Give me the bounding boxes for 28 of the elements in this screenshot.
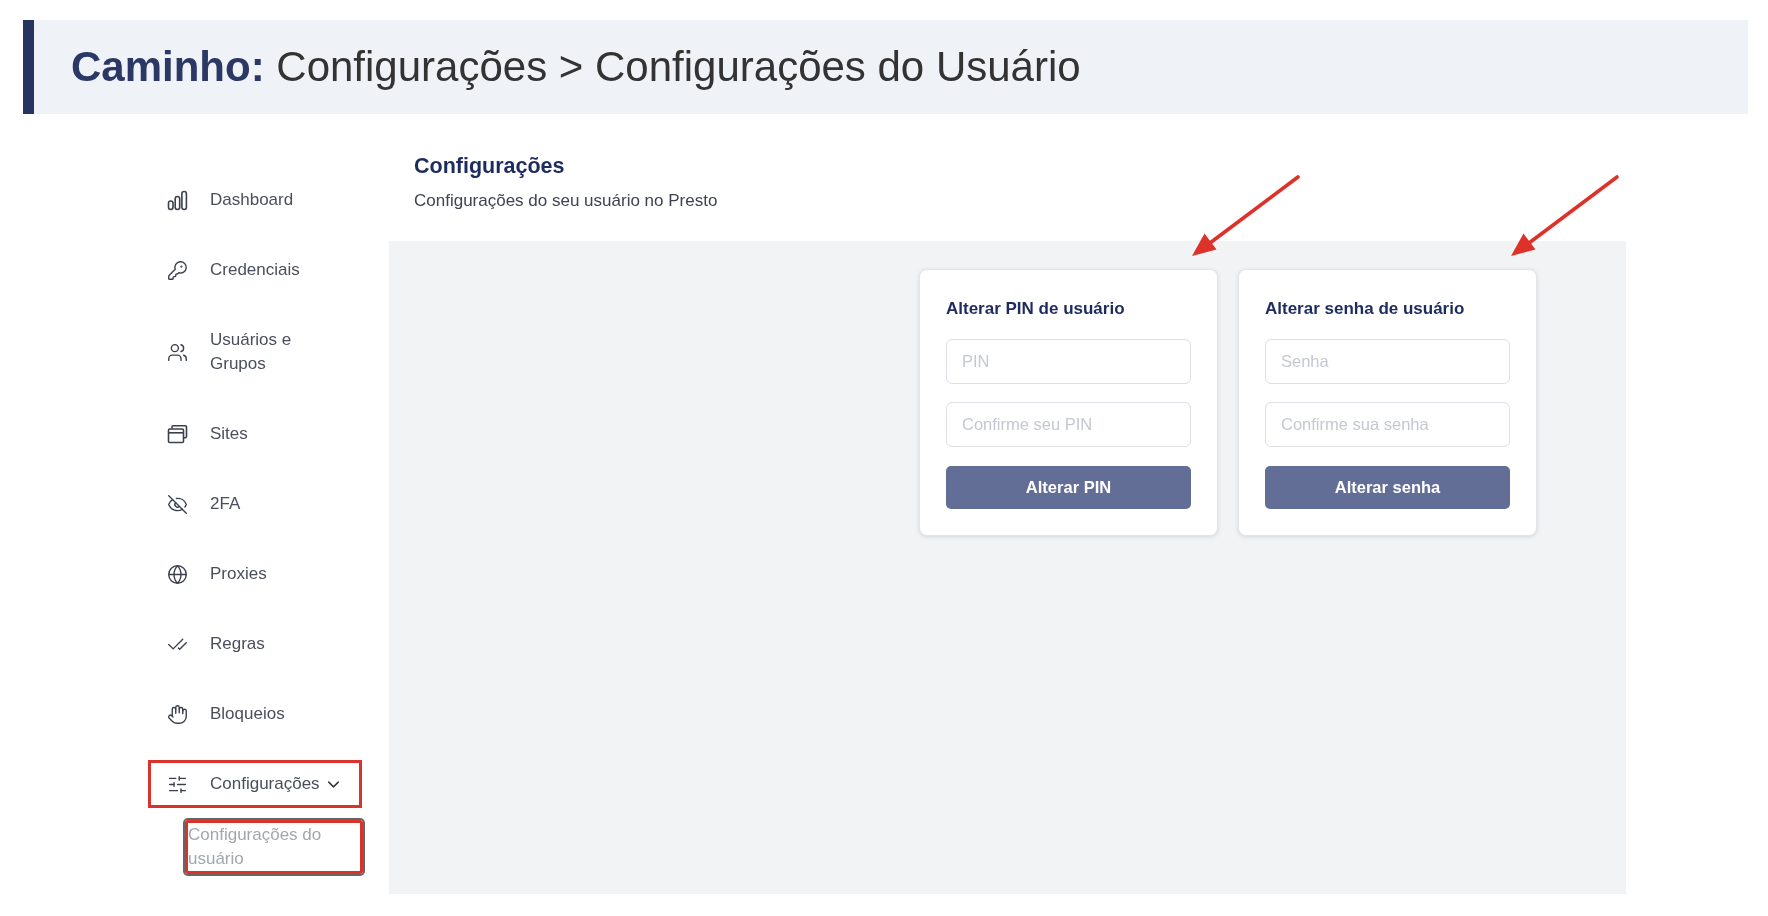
sidebar-item[interactable]: Usuários e Grupos: [148, 316, 354, 388]
input-field[interactable]: Senha: [1265, 339, 1510, 384]
sidebar-item[interactable]: Credenciais: [148, 246, 319, 294]
hand-icon: [167, 703, 188, 725]
windows-icon: [167, 423, 188, 445]
breadcrumb-path: Caminho: Configurações > Configurações do Usuário: [71, 43, 1081, 91]
key-icon: [167, 259, 188, 281]
input-field[interactable]: Confirme seu PIN: [946, 402, 1191, 447]
sidebar-item[interactable]: Regras: [148, 620, 284, 668]
submit-button[interactable]: Alterar senha: [1265, 466, 1510, 509]
input-field[interactable]: Confirme sua senha: [1265, 402, 1510, 447]
sidebar-item[interactable]: Sites: [148, 410, 267, 458]
page-subtitle: Configurações do seu usuário no Presto: [414, 190, 718, 212]
sliders-icon: [167, 773, 188, 795]
sidebar-item[interactable]: Proxies: [148, 550, 286, 598]
card-title: Alterar senha de usuário: [1265, 298, 1466, 320]
submit-button[interactable]: Alterar PIN: [946, 466, 1191, 509]
globe-icon: [167, 563, 188, 585]
sidebar-item[interactable]: Dashboard: [148, 176, 313, 224]
users-icon: [167, 341, 188, 363]
input-field[interactable]: PIN: [946, 339, 1191, 384]
sidebar-item[interactable]: 2FA: [148, 480, 260, 528]
page-title: Configurações: [414, 153, 565, 180]
card-title: Alterar PIN de usuário: [946, 298, 1126, 320]
sidebar-item[interactable]: Bloqueios: [148, 690, 304, 738]
bar-chart-icon: [167, 189, 188, 211]
sidebar-item[interactable]: Configurações: [148, 760, 362, 808]
eye-off-icon: [167, 493, 188, 515]
